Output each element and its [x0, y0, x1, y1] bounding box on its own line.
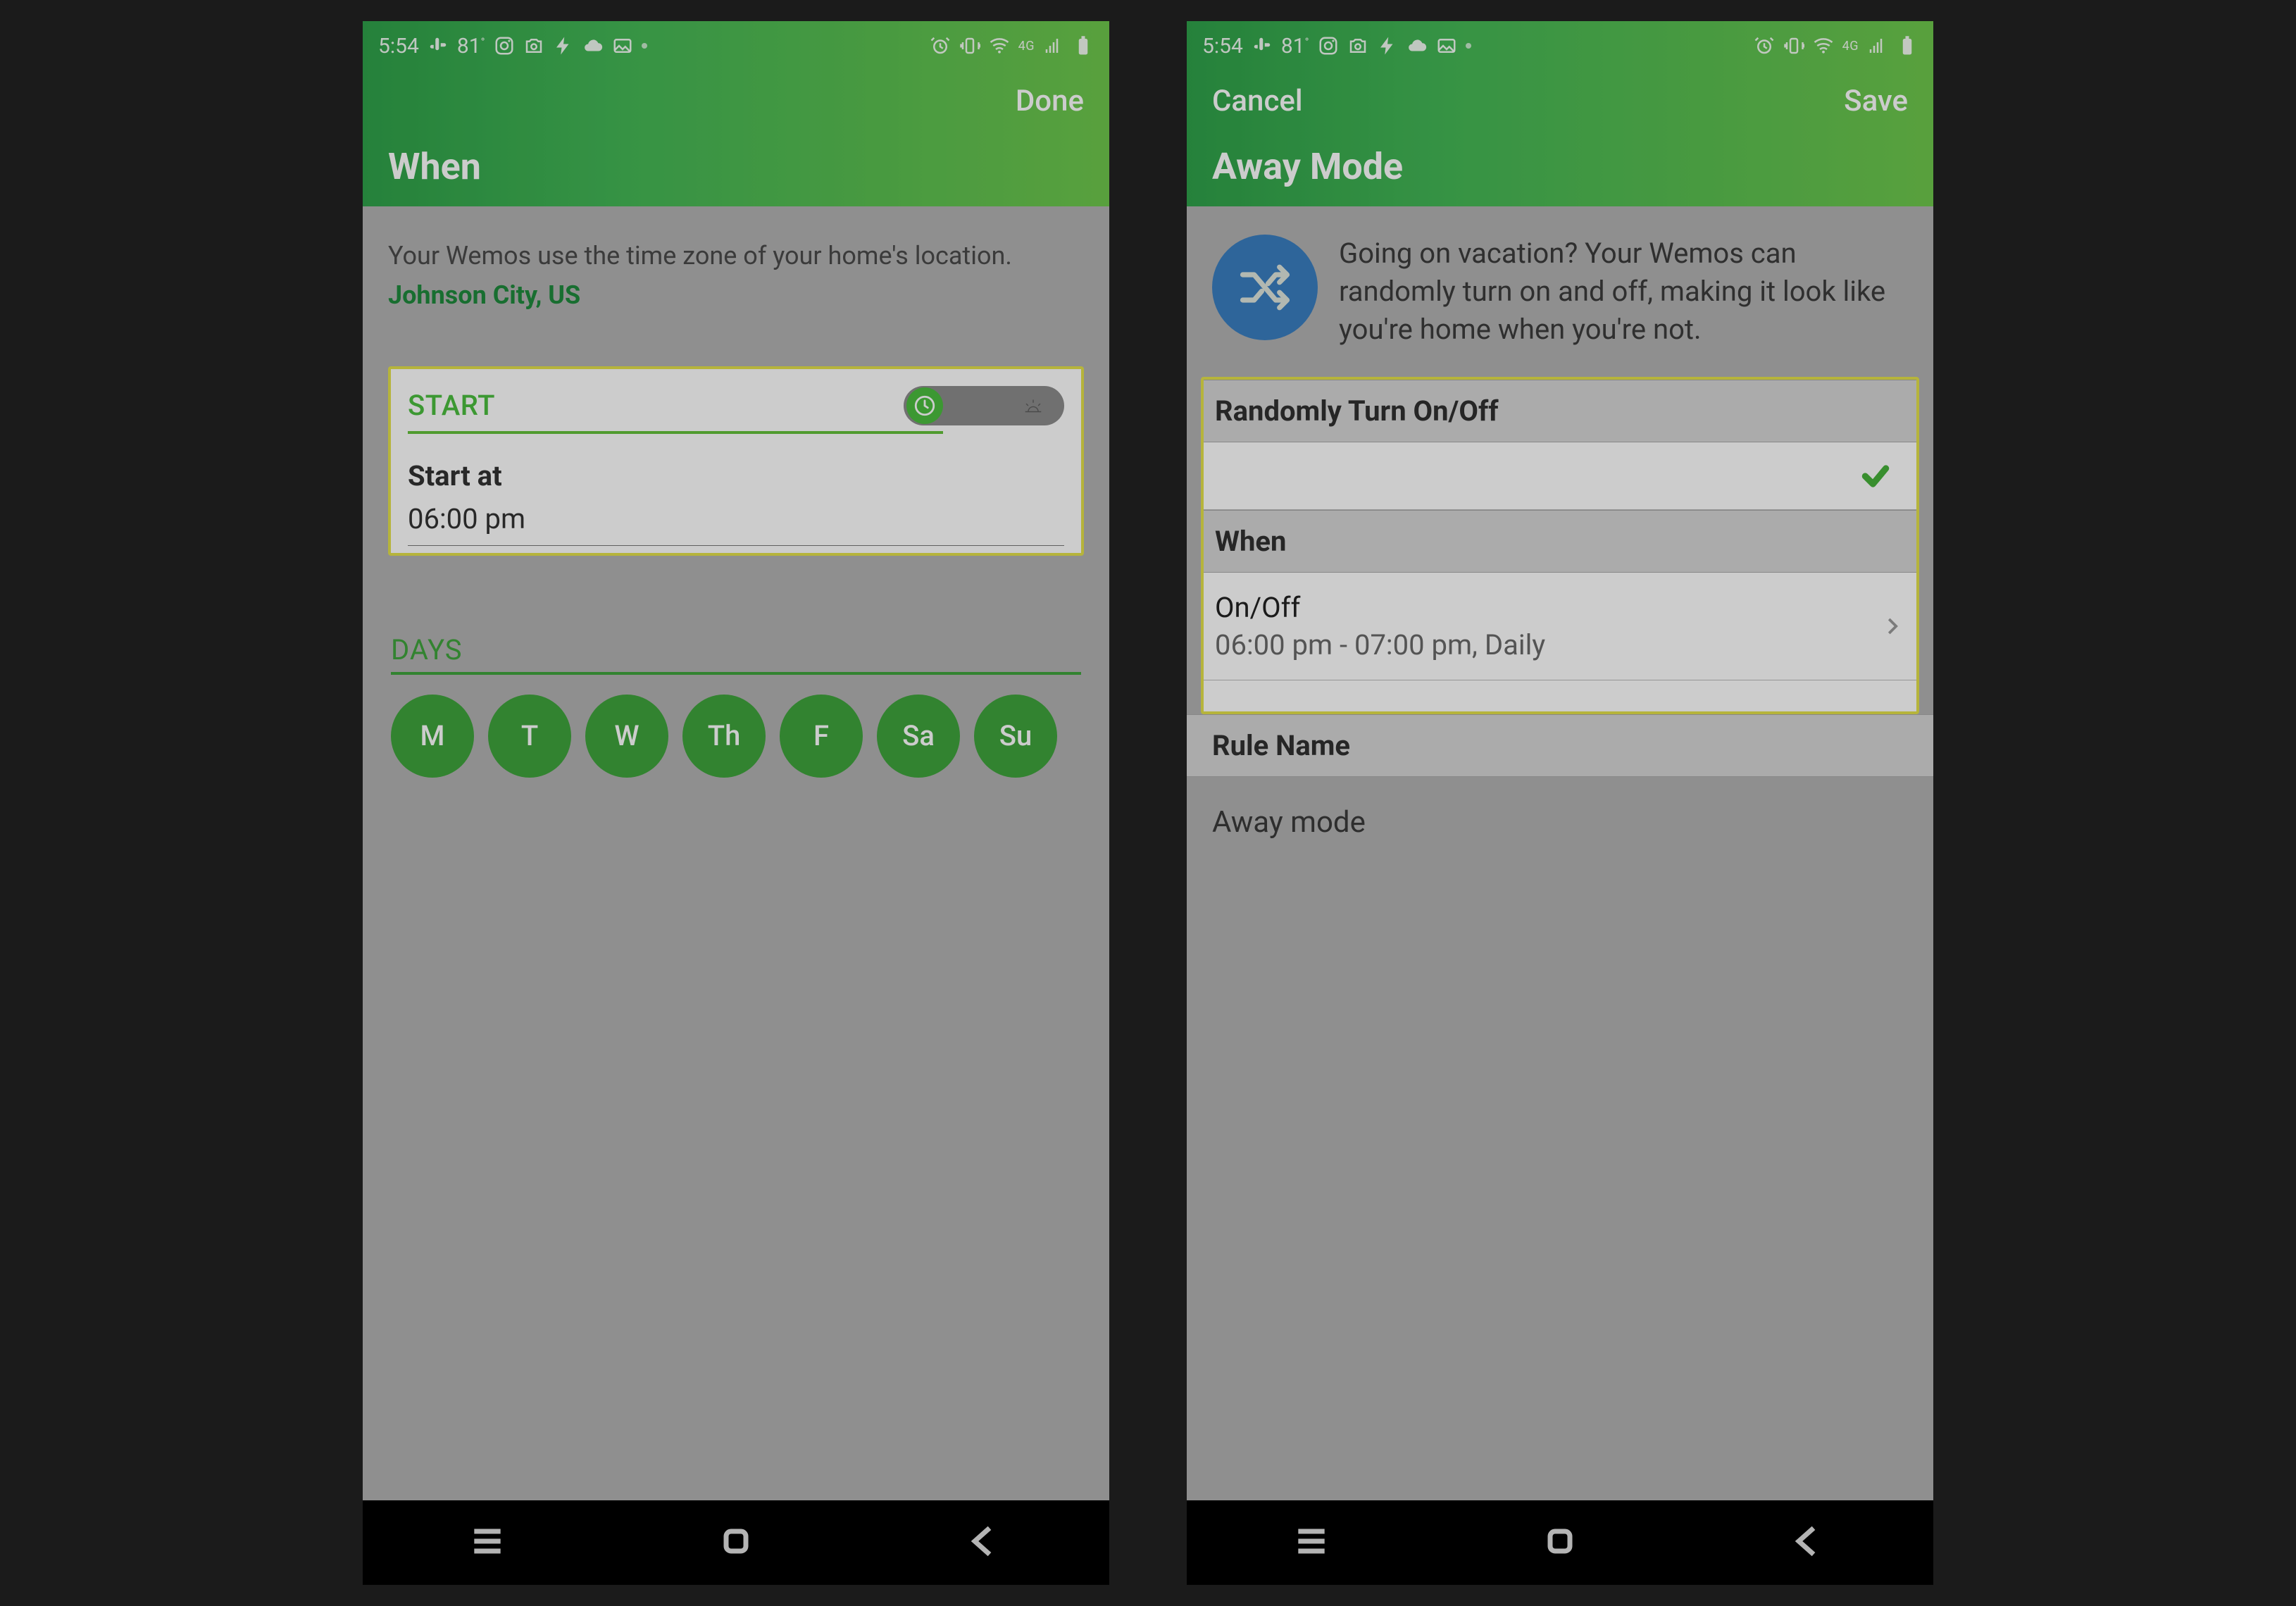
chevron-right-icon [1881, 616, 1902, 637]
cancel-button[interactable]: Cancel [1212, 84, 1303, 118]
cloud-icon [582, 35, 604, 56]
day-fri[interactable]: F [780, 695, 863, 778]
random-selected-row[interactable] [1204, 442, 1916, 510]
wifi-icon [989, 35, 1010, 56]
status-net-label: 4G [1842, 39, 1859, 54]
day-thu[interactable]: Th [682, 695, 766, 778]
status-bar: 5:54 81° 4G [363, 21, 1109, 70]
day-tue[interactable]: T [488, 695, 571, 778]
slack-icon [428, 35, 449, 56]
header: Done When [363, 70, 1109, 206]
section-rulename-header: Rule Name [1187, 714, 1933, 777]
onoff-label: On/Off [1215, 591, 1881, 624]
back-button[interactable] [1789, 1521, 1828, 1564]
instagram-icon [494, 35, 515, 56]
done-button[interactable]: Done [1016, 84, 1084, 118]
status-bar: 5:54 81° 4G [1187, 21, 1933, 70]
status-time: 5:54 [378, 34, 419, 58]
home-location[interactable]: Johnson City, US [388, 280, 1084, 310]
start-card: START Start at 06:00 pm [388, 366, 1084, 556]
vibrate-icon [959, 35, 980, 56]
onoff-value: 06:00 pm - 07:00 pm, Daily [1215, 628, 1881, 661]
android-navbar [363, 1500, 1109, 1585]
intro: Going on vacation? Your Wemos can random… [1187, 206, 1933, 377]
slim-spacer [1204, 680, 1916, 711]
section-when-header: When [1204, 510, 1916, 573]
days-section: DAYS M T W Th F Sa Su [388, 633, 1084, 778]
start-section-label: START [408, 389, 495, 422]
home-button[interactable] [716, 1521, 756, 1564]
android-navbar [1187, 1500, 1933, 1585]
back-button[interactable] [965, 1521, 1004, 1564]
cloud-icon [1406, 35, 1428, 56]
time-sun-toggle[interactable] [904, 386, 1064, 425]
picture-icon [612, 35, 633, 56]
picture-icon [1436, 35, 1457, 56]
day-mon[interactable]: M [391, 695, 474, 778]
more-dot-icon [1466, 43, 1471, 49]
camera-icon [523, 35, 544, 56]
bolt-icon [553, 35, 574, 56]
slack-icon [1252, 35, 1273, 56]
status-net-label: 4G [1018, 39, 1035, 54]
sunrise-icon [1015, 387, 1052, 424]
check-icon [1860, 461, 1891, 492]
signal-icon [1043, 35, 1064, 56]
shuffle-icon [1212, 235, 1318, 340]
alarm-icon [1754, 35, 1775, 56]
page-title: When [388, 145, 1084, 188]
rulename-value[interactable]: Away mode [1187, 777, 1933, 868]
phone-away-mode: 5:54 81° 4G Cancel Save Away Mode [1187, 21, 1933, 1585]
timezone-desc: Your Wemos use the time zone of your hom… [388, 239, 1084, 273]
clock-icon [906, 387, 943, 424]
home-button[interactable] [1540, 1521, 1580, 1564]
recents-button[interactable] [1292, 1521, 1331, 1564]
start-at-row[interactable]: Start at 06:00 pm [408, 459, 1064, 546]
start-at-label: Start at [408, 459, 1064, 492]
camera-icon [1347, 35, 1368, 56]
page-title: Away Mode [1212, 145, 1908, 188]
status-time: 5:54 [1202, 34, 1243, 58]
instagram-icon [1318, 35, 1339, 56]
battery-icon [1073, 35, 1094, 56]
day-sun[interactable]: Su [974, 695, 1057, 778]
days-label: DAYS [391, 633, 1081, 666]
highlight-random-when: Randomly Turn On/Off When On/Off 06:00 p… [1201, 377, 1919, 714]
days-row: M T W Th F Sa Su [391, 695, 1081, 778]
when-onoff-row[interactable]: On/Off 06:00 pm - 07:00 pm, Daily [1204, 573, 1916, 680]
day-sat[interactable]: Sa [877, 695, 960, 778]
wifi-icon [1813, 35, 1834, 56]
vibrate-icon [1783, 35, 1804, 56]
alarm-icon [930, 35, 951, 56]
save-button[interactable]: Save [1844, 84, 1908, 118]
status-temp: 81° [1281, 34, 1309, 58]
section-random-header: Randomly Turn On/Off [1204, 380, 1916, 442]
more-dot-icon [642, 43, 647, 49]
body: Your Wemos use the time zone of your hom… [363, 206, 1109, 778]
bolt-icon [1377, 35, 1398, 56]
intro-text: Going on vacation? Your Wemos can random… [1339, 235, 1908, 349]
recents-button[interactable] [468, 1521, 507, 1564]
phone-when: 5:54 81° 4G Done When Your Wemos use the… [363, 21, 1109, 1585]
start-underline [408, 431, 943, 434]
start-at-value: 06:00 pm [408, 502, 1064, 535]
day-wed[interactable]: W [585, 695, 668, 778]
header: Cancel Save Away Mode [1187, 70, 1933, 206]
signal-icon [1867, 35, 1888, 56]
status-temp: 81° [457, 34, 485, 58]
battery-icon [1897, 35, 1918, 56]
